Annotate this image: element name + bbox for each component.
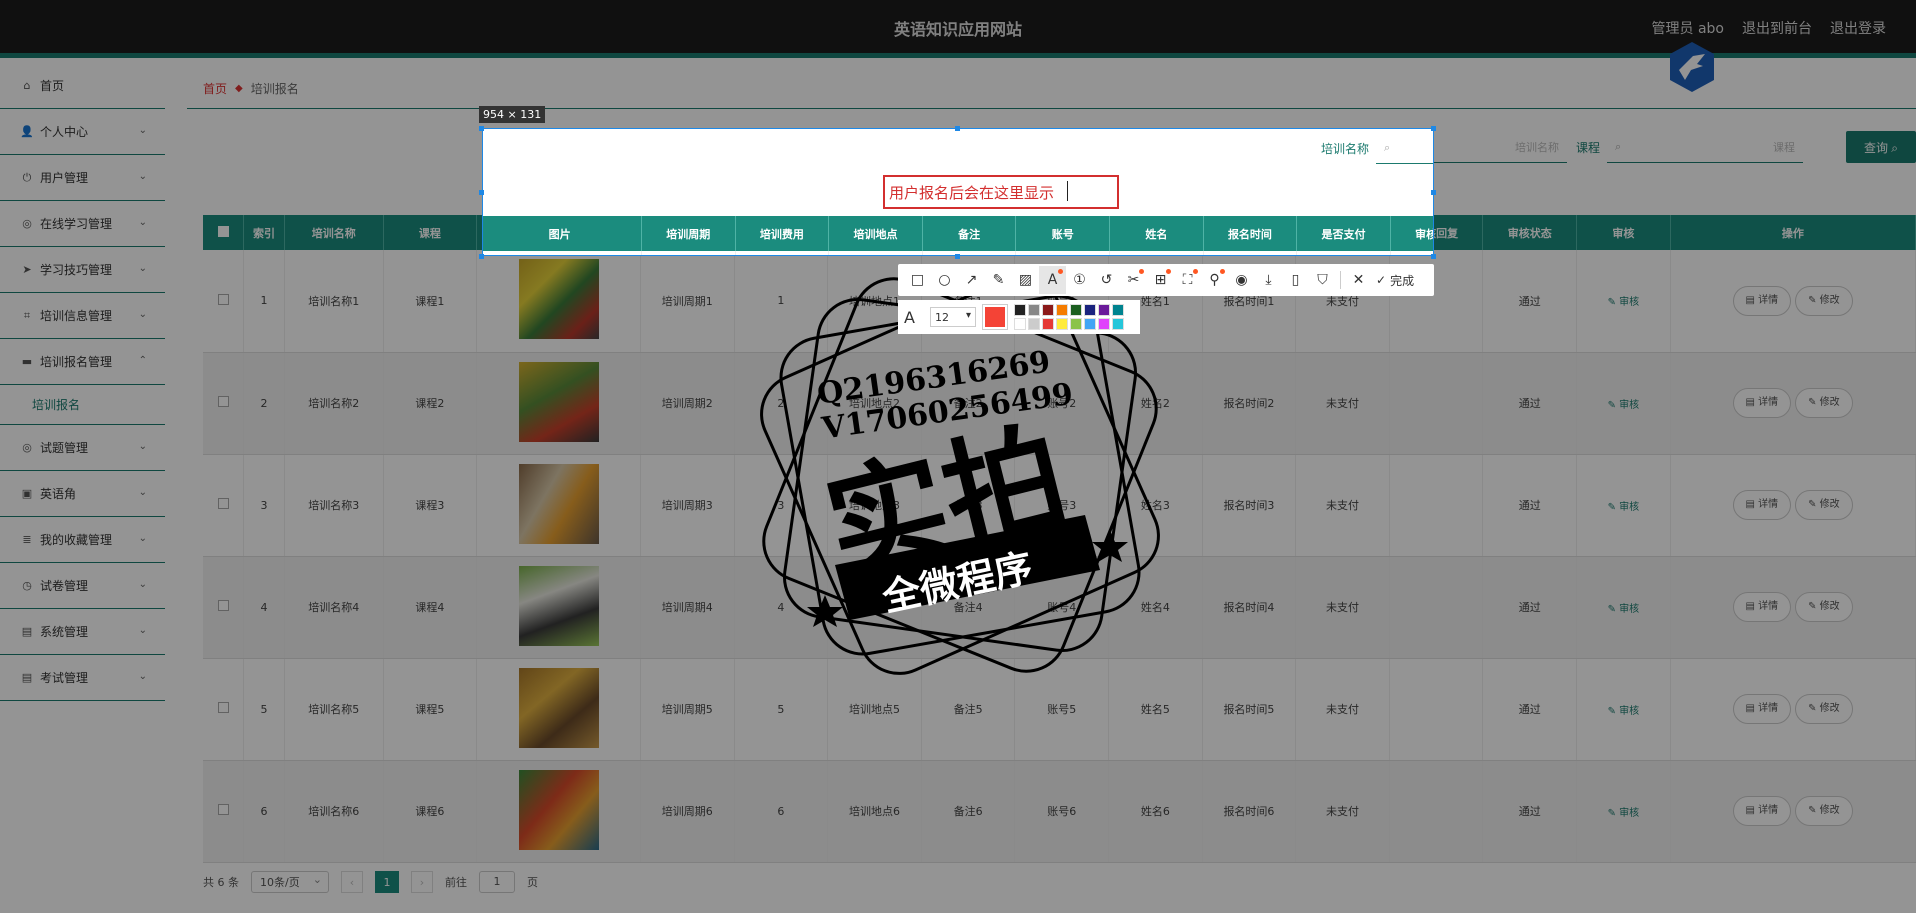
cell-time: 报名时间1 xyxy=(1203,251,1298,255)
text-caret xyxy=(1067,181,1068,201)
close-icon[interactable]: ✕ xyxy=(1345,266,1372,294)
color-palette xyxy=(1014,304,1124,330)
color-swatch[interactable] xyxy=(1112,304,1124,316)
search-icon: ⌕ xyxy=(1384,140,1391,154)
undo-icon[interactable]: ↺ xyxy=(1093,266,1120,294)
color-swatch[interactable] xyxy=(1028,318,1040,330)
toolbar-divider xyxy=(1340,271,1341,289)
col-header: 账号 xyxy=(1015,216,1111,251)
resize-handle[interactable] xyxy=(1431,126,1436,131)
text-annotation[interactable]: 用户报名后会在这里显示 xyxy=(889,182,1054,203)
color-swatch[interactable] xyxy=(1042,304,1054,316)
col-header: 是否支付 xyxy=(1296,216,1391,251)
pen-tool-icon[interactable]: ✎ xyxy=(985,266,1012,294)
arrow-tool-icon[interactable]: ↗ xyxy=(958,266,985,294)
ellipse-tool-icon[interactable]: ○ xyxy=(931,266,958,294)
color-swatch[interactable] xyxy=(1112,318,1124,330)
resize-handle[interactable] xyxy=(1431,190,1436,195)
color-swatch[interactable] xyxy=(1028,304,1040,316)
col-header: 审核回复 xyxy=(1390,216,1433,251)
ocr-icon[interactable]: ⊞ xyxy=(1147,266,1174,294)
pin-icon[interactable]: ⚲ xyxy=(1201,266,1228,294)
col-header: 报名时间 xyxy=(1203,216,1298,251)
color-swatch[interactable] xyxy=(1084,304,1096,316)
check-icon: ✓ xyxy=(1376,273,1387,287)
number-tool-icon[interactable]: ① xyxy=(1066,266,1093,294)
phone-icon[interactable]: ▯ xyxy=(1282,266,1309,294)
col-header: 培训费用 xyxy=(735,216,830,251)
done-button[interactable]: ✓ 完成 xyxy=(1376,272,1414,289)
col-header: 姓名 xyxy=(1109,216,1204,251)
selection-size-label: 954 × 131 xyxy=(479,106,546,123)
bookmark-icon[interactable]: ⛉ xyxy=(1309,266,1336,294)
signup-table: 索引 培训名称 课程 图片 培训周期 培训费用 培训地点 备注 账号 姓名 报名… xyxy=(483,216,1433,255)
color-swatch[interactable] xyxy=(1098,304,1110,316)
color-swatch[interactable] xyxy=(1070,304,1082,316)
resize-handle[interactable] xyxy=(479,190,484,195)
cut-icon[interactable]: ✂ xyxy=(1120,266,1147,294)
col-header: 培训周期 xyxy=(641,216,736,251)
cell-period: 培训周期1 xyxy=(641,251,736,255)
record-icon[interactable]: ◉ xyxy=(1228,266,1255,294)
color-swatch[interactable] xyxy=(1056,304,1068,316)
text-tool-icon[interactable]: A xyxy=(1039,266,1066,294)
color-swatch[interactable] xyxy=(1084,318,1096,330)
screenshot-toolbar: □ ○ ↗ ✎ ▨ A ① ↺ ✂ ⊞ ⛶ ⚲ ◉ ⤓ ▯ ⛉ ✕ ✓ 完成 xyxy=(898,264,1434,296)
current-color-swatch[interactable] xyxy=(982,304,1008,330)
color-swatch[interactable] xyxy=(1056,318,1068,330)
color-swatch[interactable] xyxy=(1098,318,1110,330)
table-header-row: 索引 培训名称 课程 图片 培训周期 培训费用 培训地点 备注 账号 姓名 报名… xyxy=(483,216,1433,251)
font-icon: A xyxy=(904,307,915,327)
training-name-label: 培训名称 xyxy=(1321,142,1370,156)
cell-image xyxy=(483,251,642,255)
mosaic-tool-icon[interactable]: ▨ xyxy=(1012,266,1039,294)
color-swatch[interactable] xyxy=(1070,318,1082,330)
training-name-input[interactable]: ⌕ 培训名称 xyxy=(1376,132,1433,164)
font-size-select[interactable]: 12 xyxy=(930,307,976,327)
col-header: 备注 xyxy=(922,216,1017,251)
rectangle-tool-icon[interactable]: □ xyxy=(904,266,931,294)
color-swatch[interactable] xyxy=(1042,318,1054,330)
resize-handle[interactable] xyxy=(955,126,960,131)
color-swatch[interactable] xyxy=(1014,304,1026,316)
resize-handle[interactable] xyxy=(479,254,484,259)
download-icon[interactable]: ⤓ xyxy=(1255,266,1282,294)
cell-paid: 未支付 xyxy=(1296,251,1391,255)
col-header: 培训地点 xyxy=(828,216,923,251)
cell-reply xyxy=(1390,251,1433,255)
search-bar: 培训名称 ⌕ 培训名称 课程 ⌕ 课程 查询 ⌕ xyxy=(483,132,1433,164)
color-swatch[interactable] xyxy=(1014,318,1026,330)
col-header: 图片 xyxy=(483,216,642,251)
text-style-bar: A 12 xyxy=(898,300,1140,334)
resize-handle[interactable] xyxy=(479,126,484,131)
resize-handle[interactable] xyxy=(1431,254,1436,259)
scan-icon[interactable]: ⛶ xyxy=(1174,266,1201,294)
